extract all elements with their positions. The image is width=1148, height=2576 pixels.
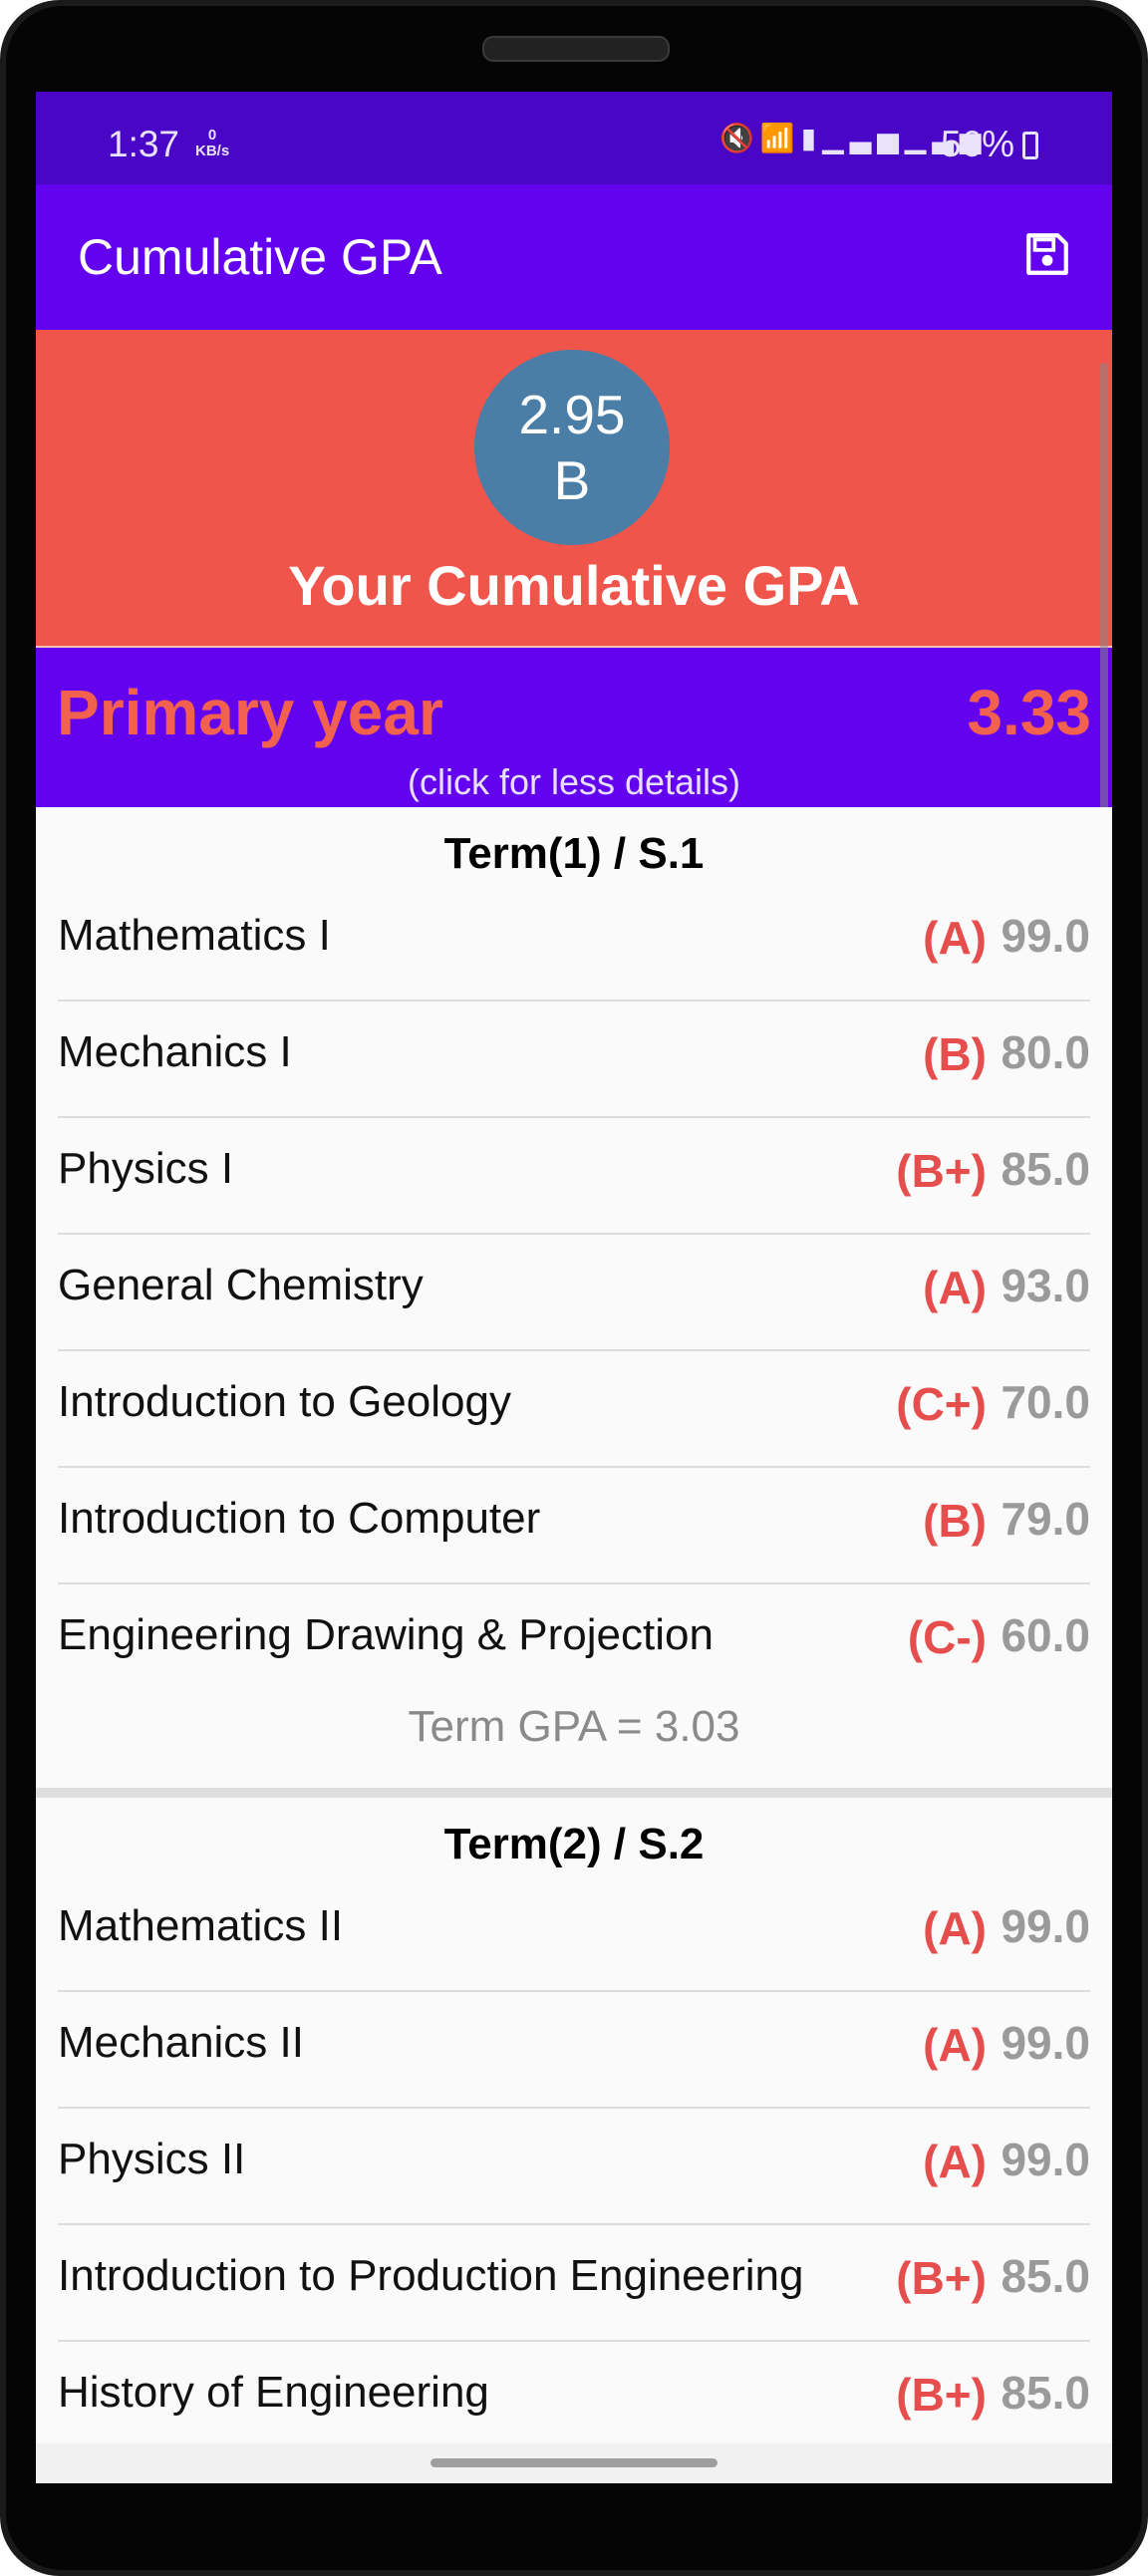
course-name: Introduction to Geology bbox=[58, 1377, 511, 1426]
term-card: Term(1) / S.1 Mathematics I (A) 99.0 Mec… bbox=[36, 807, 1112, 1804]
course-score: 80.0 bbox=[1001, 1026, 1090, 1078]
cumulative-gpa-summary: 2.95 B Your Cumulative GPA bbox=[36, 330, 1112, 646]
course-row[interactable]: Introduction to Geology (C+) 70.0 bbox=[58, 1351, 1090, 1468]
course-score: 70.0 bbox=[1001, 1376, 1090, 1428]
term-card: Term(2) / S.2 Mathematics II (A) 99.0 Me… bbox=[36, 1798, 1112, 2443]
course-row[interactable]: Mechanics II (A) 99.0 bbox=[58, 1992, 1090, 2109]
app-title: Cumulative GPA bbox=[78, 229, 442, 285]
status-time: 1:37 bbox=[108, 124, 180, 164]
course-row[interactable]: Introduction to Computer (B) 79.0 bbox=[58, 1468, 1090, 1584]
net-speed-value: 0 bbox=[207, 127, 217, 143]
course-grade: (A) bbox=[923, 1262, 987, 1313]
phone-screen: 1:37 0 KB/s 🔇📶▮▁▃▅▁▃▅ 56% Cumulative GPA… bbox=[36, 92, 1112, 2483]
mute-icon: 🔇 bbox=[719, 123, 760, 153]
course-score: 93.0 bbox=[1001, 1260, 1090, 1311]
home-gesture-handle[interactable] bbox=[430, 2458, 718, 2467]
course-score: 99.0 bbox=[1001, 1900, 1090, 1952]
term-title: Term(2) / S.2 bbox=[443, 1820, 705, 1868]
course-name: Introduction to Computer bbox=[58, 1494, 541, 1543]
status-bar: 1:37 0 KB/s 🔇📶▮▁▃▅▁▃▅ 56% bbox=[36, 92, 1112, 184]
course-grade: (A) bbox=[923, 2019, 987, 2071]
net-speed-unit: KB/s bbox=[195, 143, 230, 159]
course-row[interactable]: Engineering Drawing & Projection (C-) 60… bbox=[58, 1584, 1090, 1701]
phone-frame: 1:37 0 KB/s 🔇📶▮▁▃▅▁▃▅ 56% Cumulative GPA… bbox=[0, 0, 1148, 2576]
course-score: 85.0 bbox=[1001, 2250, 1090, 2302]
course-grade: (B) bbox=[923, 1495, 987, 1547]
course-name: Mechanics I bbox=[58, 1027, 292, 1076]
course-grade: (A) bbox=[923, 912, 987, 964]
course-grade: (B+) bbox=[896, 1145, 987, 1197]
course-score: 99.0 bbox=[1001, 2134, 1090, 2185]
course-row[interactable]: Mathematics II (A) 99.0 bbox=[58, 1875, 1090, 1992]
gpa-badge: 2.95 B bbox=[474, 350, 670, 545]
course-grade: (C+) bbox=[896, 1378, 987, 1430]
collapse-hint: (click for less details) bbox=[407, 761, 741, 802]
course-grade: (A) bbox=[923, 2136, 987, 2187]
course-grade: (B+) bbox=[896, 2252, 987, 2304]
year-name: Primary year bbox=[57, 677, 443, 748]
course-name: Mechanics II bbox=[58, 2018, 304, 2067]
course-score: 99.0 bbox=[1001, 910, 1090, 962]
summary-label: Your Cumulative GPA bbox=[288, 554, 860, 617]
navigation-bar bbox=[36, 2443, 1112, 2483]
course-row[interactable]: Physics I (B+) 85.0 bbox=[58, 1118, 1090, 1235]
course-row[interactable]: Mathematics I (A) 99.0 bbox=[58, 885, 1090, 1002]
course-name: Physics I bbox=[58, 1144, 234, 1193]
gpa-value: 2.95 bbox=[518, 384, 626, 445]
course-score: 60.0 bbox=[1001, 1609, 1090, 1661]
course-name: General Chemistry bbox=[58, 1261, 424, 1309]
earpiece-speaker bbox=[482, 36, 670, 62]
signal-icon: ▁▃▅ bbox=[822, 123, 905, 153]
course-grade: (C-) bbox=[907, 1611, 987, 1663]
course-row[interactable]: Introduction to Production Engineering (… bbox=[58, 2225, 1090, 2342]
course-row[interactable]: Physics II (A) 99.0 bbox=[58, 2109, 1090, 2225]
save-icon[interactable] bbox=[1022, 229, 1072, 279]
course-score: 99.0 bbox=[1001, 2017, 1090, 2069]
course-name: History of Engineering bbox=[58, 2368, 489, 2417]
wifi-icon: 📶 bbox=[759, 123, 801, 153]
course-row[interactable]: General Chemistry (A) 93.0 bbox=[58, 1235, 1090, 1351]
term-separator bbox=[36, 1788, 1112, 1798]
term-title: Term(1) / S.1 bbox=[443, 829, 705, 878]
course-grade: (B) bbox=[923, 1028, 987, 1080]
course-grade: (A) bbox=[923, 1902, 987, 1954]
course-score: 79.0 bbox=[1001, 1493, 1090, 1545]
course-name: Physics II bbox=[58, 2135, 246, 2183]
course-name: Introduction to Production Engineering bbox=[58, 2251, 804, 2300]
term-gpa: Term GPA = 3.03 bbox=[408, 1702, 740, 1751]
gpa-letter: B bbox=[553, 449, 591, 511]
year-header[interactable]: Primary year 3.33 (click for less detail… bbox=[36, 648, 1112, 807]
course-score: 85.0 bbox=[1001, 1143, 1090, 1195]
course-grade: (B+) bbox=[896, 2369, 987, 2421]
course-score: 85.0 bbox=[1001, 2367, 1090, 2419]
net-speed: 0 KB/s bbox=[195, 128, 229, 159]
course-name: Mathematics II bbox=[58, 1901, 344, 1950]
battery-icon bbox=[1022, 132, 1038, 159]
course-row[interactable]: History of Engineering (B+) 85.0 bbox=[58, 2342, 1090, 2458]
year-gpa: 3.33 bbox=[967, 677, 1091, 748]
battery-level: 56% bbox=[941, 124, 1015, 164]
course-name: Engineering Drawing & Projection bbox=[58, 1610, 714, 1659]
course-row[interactable]: Mechanics I (B) 80.0 bbox=[58, 1002, 1090, 1118]
app-bar: Cumulative GPA bbox=[36, 184, 1112, 330]
course-name: Mathematics I bbox=[58, 911, 331, 960]
scrollbar[interactable] bbox=[1100, 363, 1108, 851]
volte-icon: ▮ bbox=[800, 123, 823, 153]
